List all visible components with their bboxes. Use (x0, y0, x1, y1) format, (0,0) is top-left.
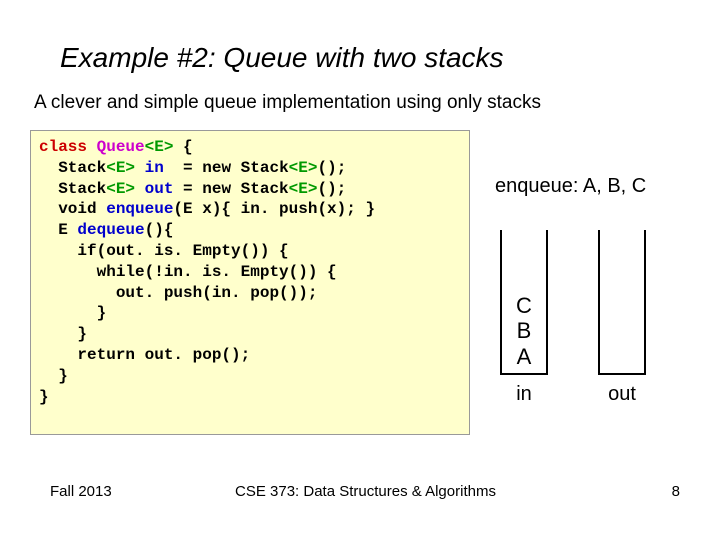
stack-out-label: out (608, 383, 636, 406)
code-token: } (39, 367, 68, 385)
stack-in-wrap: C B A in (500, 230, 548, 406)
stack-in-label: in (516, 383, 532, 406)
code-token: void (39, 200, 97, 218)
code-token: Stack (39, 180, 106, 198)
code-token: class (39, 138, 87, 156)
code-token: = new Stack (164, 159, 289, 177)
stack-item: C (516, 293, 532, 318)
stack-diagram: C B A in out (500, 230, 646, 406)
code-token: if(out. is. Empty()) { (39, 242, 289, 260)
code-token: } (39, 388, 49, 406)
stack-out-wrap: out (598, 230, 646, 406)
code-token: out. push(in. pop()); (39, 284, 317, 302)
stack-item: B (517, 318, 532, 343)
code-token: <E> (289, 180, 318, 198)
slide-subtitle: A clever and simple queue implementation… (34, 92, 541, 114)
code-token: (); (317, 180, 346, 198)
code-token: } (39, 325, 87, 343)
code-token: <E> (145, 138, 174, 156)
stack-in: C B A (500, 230, 548, 375)
code-token: } (39, 304, 106, 322)
code-token: = new Stack (173, 180, 288, 198)
code-token: Stack (39, 159, 106, 177)
code-token: { (173, 138, 192, 156)
code-block: class Queue<E> { Stack<E> in = new Stack… (30, 130, 470, 435)
code-token: <E> (289, 159, 318, 177)
stack-out (598, 230, 646, 375)
code-token: <E> (106, 180, 135, 198)
code-token: out (135, 180, 173, 198)
enqueue-annotation: enqueue: A, B, C (495, 175, 646, 198)
code-token: enqueue (97, 200, 174, 218)
footer-term: Fall 2013 (50, 483, 112, 500)
code-token: (); (317, 159, 346, 177)
footer-page-number: 8 (672, 483, 680, 500)
code-token: E (39, 221, 68, 239)
code-token: (E x){ in. push(x); } (173, 200, 375, 218)
slide-title: Example #2: Queue with two stacks (60, 42, 504, 74)
code-token: <E> (106, 159, 135, 177)
footer-course: CSE 373: Data Structures & Algorithms (235, 483, 496, 500)
code-token: in (135, 159, 164, 177)
stack-item: A (517, 344, 532, 369)
code-token: dequeue (68, 221, 145, 239)
code-token: Queue (87, 138, 145, 156)
code-token: (){ (145, 221, 174, 239)
code-token: while(!in. is. Empty()) { (39, 263, 337, 281)
code-token: return out. pop(); (39, 346, 250, 364)
